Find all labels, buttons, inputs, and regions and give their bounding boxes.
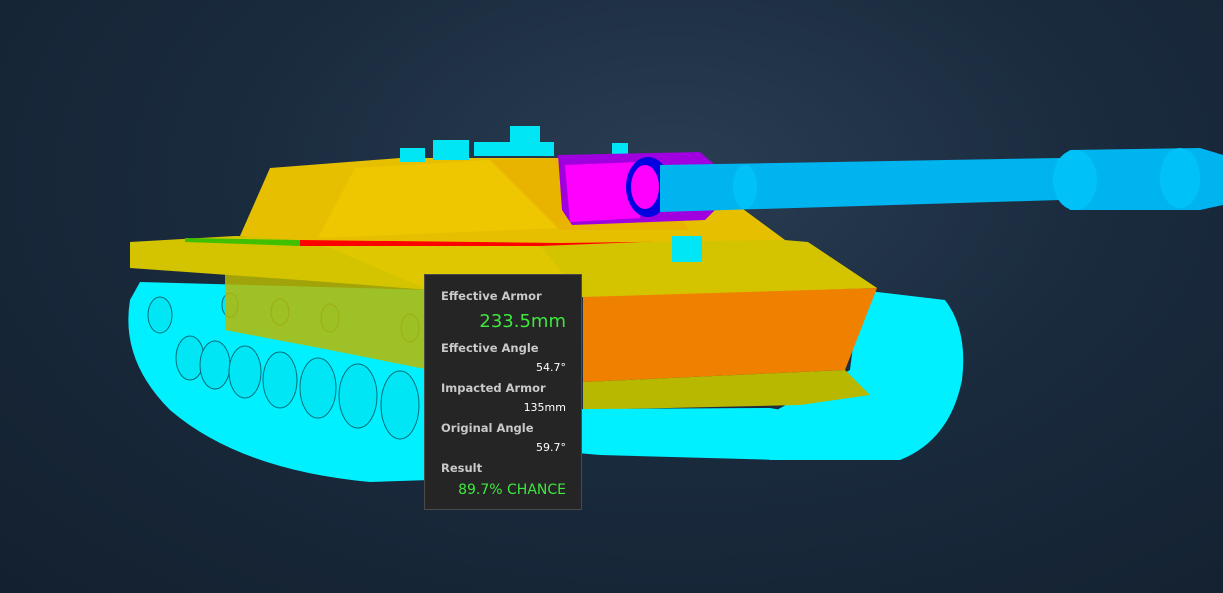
gun-collar [631,165,659,209]
muzzle [1160,148,1200,208]
original-angle-label: Original Angle [441,421,534,435]
lower-front-plate [583,288,877,382]
result-label: Result [441,461,483,475]
effective-angle-value: 54.7° [536,361,566,374]
effective-armor-value: 233.5mm [479,311,566,332]
impacted-armor-value: 135mm [523,401,566,414]
hull-light [672,236,702,262]
impacted-armor-label: Impacted Armor [441,381,546,395]
fume-extractor [1053,150,1097,210]
result-value: 89.7% CHANCE [458,482,566,498]
armor-viewer-viewport[interactable]: Effective Armor 233.5mm Effective Angle … [0,0,1223,593]
armor-info-tooltip: Effective Armor 233.5mm Effective Angle … [424,274,582,510]
barrel-collar-1 [733,165,757,209]
original-angle-value: 59.7° [536,441,566,454]
tank-armor-model[interactable] [0,0,1223,593]
effective-angle-label: Effective Angle [441,341,539,355]
effective-armor-label: Effective Armor [441,289,542,303]
